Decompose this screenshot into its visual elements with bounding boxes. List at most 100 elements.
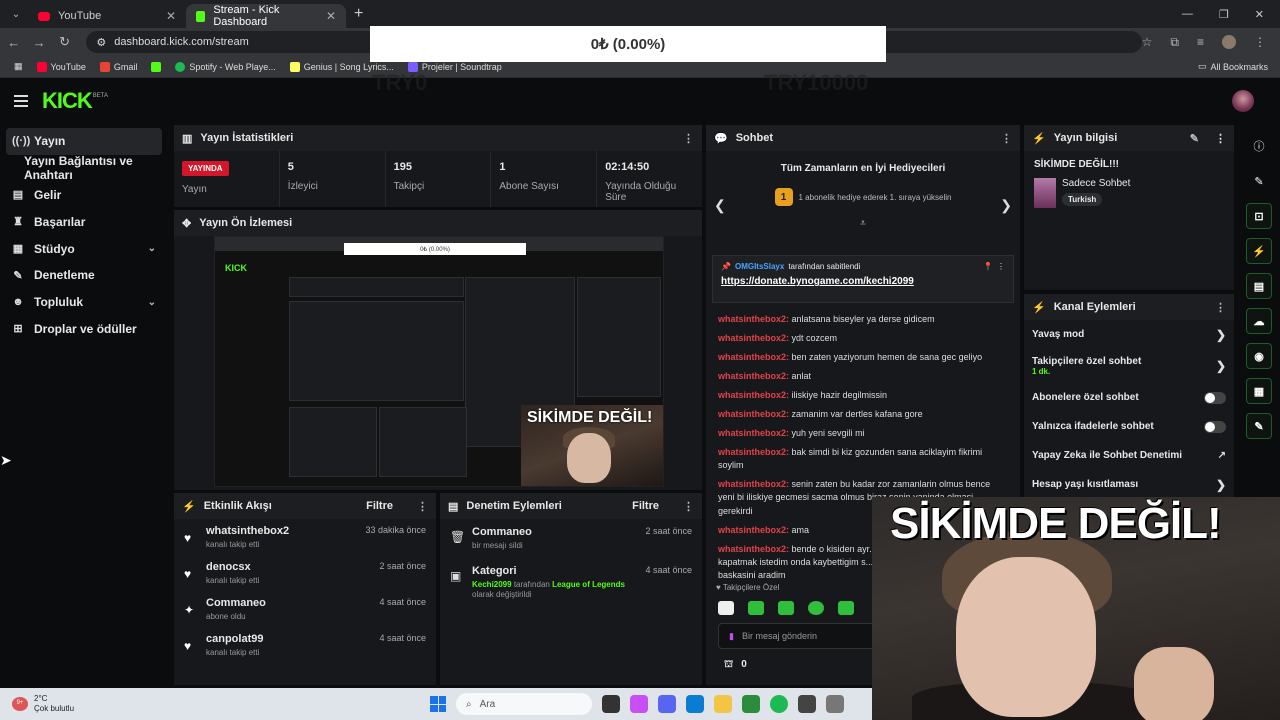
collapse-icon[interactable]: ⩡ — [716, 218, 1010, 229]
microphone-icon[interactable]: ▮ — [729, 631, 734, 642]
taskbar-search[interactable]: ⌕ Ara — [456, 693, 593, 715]
bookmark-kick[interactable] — [151, 61, 162, 72]
edit-icon[interactable]: ✎ — [1190, 132, 1199, 145]
tab-kick-dashboard[interactable]: Stream - Kick Dashboard ✕ — [186, 4, 346, 28]
filter-button[interactable]: Filtre — [366, 500, 393, 512]
sidebar-item-studio[interactable]: ▦ Stüdyo ⌄ — [0, 235, 170, 262]
bookmark-star-icon[interactable]: ☆ — [1142, 35, 1153, 49]
emote-only-toggle[interactable] — [1204, 420, 1226, 433]
store-icon[interactable]: ⛫ — [724, 659, 733, 672]
extensions-icon[interactable]: ⧉ — [1170, 35, 1179, 50]
moderation-sub-user[interactable]: Kechi2099 — [472, 580, 512, 589]
pinned-user[interactable]: OMGItsSlayx — [735, 262, 784, 271]
profile-icon[interactable] — [1222, 35, 1237, 49]
minimize-icon[interactable]: — — [1182, 8, 1193, 21]
chat-username[interactable]: whatsinthebox2: — [718, 544, 789, 554]
sidebar-item-moderation[interactable]: ✎ Denetleme — [0, 262, 170, 289]
filter-button[interactable]: Filtre — [632, 500, 659, 512]
emote-icon[interactable] — [808, 601, 824, 615]
copilot-icon[interactable] — [630, 695, 649, 713]
app-icon[interactable] — [826, 695, 845, 713]
hamburger-menu-icon[interactable] — [14, 95, 28, 107]
emote-icon[interactable] — [718, 601, 734, 615]
chat-username[interactable]: whatsinthebox2: — [718, 479, 789, 489]
chat-username[interactable]: whatsinthebox2: — [718, 314, 789, 324]
chrome-icon[interactable] — [742, 695, 761, 713]
sidebar-item-achievements[interactable]: ♜ Başarılar — [0, 208, 170, 235]
activity-user[interactable]: whatsinthebox2 — [206, 525, 289, 537]
chevron-right-icon[interactable]: ❯ — [1000, 197, 1012, 214]
account-age-option[interactable]: Hesap yaşı kısıtlaması ❯ — [1024, 470, 1234, 499]
sidebar-item-stream[interactable]: ((·)) Yayın — [6, 128, 162, 155]
task-view-icon[interactable] — [602, 695, 621, 713]
document-icon[interactable]: ▤ — [1246, 273, 1272, 299]
sidebar-item-revenue[interactable]: ▤ Gelir — [0, 182, 170, 209]
tab-youtube[interactable]: YouTube ✕ — [28, 4, 186, 28]
chat-username[interactable]: whatsinthebox2: — [718, 409, 789, 419]
menu-icon[interactable]: ⋮ — [1254, 35, 1266, 49]
activity-user[interactable]: Commaneo — [206, 597, 266, 609]
moderation-user[interactable]: Commaneo — [472, 526, 635, 538]
spotify-icon[interactable] — [770, 695, 789, 713]
file-explorer-icon[interactable] — [714, 695, 733, 713]
back-icon[interactable]: ← — [2, 35, 25, 50]
pin-icon[interactable]: 📍 — [983, 262, 993, 271]
activity-user[interactable]: denocsx — [206, 561, 259, 573]
site-info-icon[interactable]: ⚙ — [96, 36, 106, 49]
chevron-down-icon[interactable]: ⌄ — [148, 243, 156, 254]
obs-icon[interactable] — [798, 695, 817, 713]
more-options-icon[interactable]: ⋮ — [1001, 132, 1012, 145]
chat-username[interactable]: whatsinthebox2: — [718, 447, 789, 457]
apps-icon[interactable]: ▦ — [14, 61, 23, 72]
stream-preview-video[interactable]: 0₺ (0.00%) KICK SİKİMDE DEĞİL! — [214, 236, 664, 487]
chevron-down-icon[interactable]: ⌄ — [148, 297, 156, 308]
more-options-icon[interactable]: ⋮ — [683, 132, 694, 145]
slow-mode-option[interactable]: Yavaş mod ❯ — [1024, 320, 1234, 349]
kick-logo[interactable]: KICK — [42, 88, 93, 114]
chat-username[interactable]: whatsinthebox2: — [718, 428, 789, 438]
ai-moderation-option[interactable]: Yapay Zeka ile Sohbet Denetimi ↗ — [1024, 441, 1234, 470]
target-icon[interactable]: ⊡ — [1246, 203, 1272, 229]
all-bookmarks[interactable]: ▭ All Bookmarks — [1198, 61, 1280, 72]
chat-username[interactable]: whatsinthebox2: — [718, 390, 789, 400]
more-options-icon[interactable]: ⋮ — [683, 500, 694, 513]
sidebar-item-community[interactable]: ☻ Topluluk ⌄ — [0, 289, 170, 316]
broadcast-icon[interactable]: ◉ — [1246, 343, 1272, 369]
bookmark-spotify[interactable]: Spotify - Web Playe... — [175, 61, 276, 72]
close-window-icon[interactable]: ✕ — [1255, 8, 1264, 21]
wrench-icon[interactable]: ✎ — [1246, 413, 1272, 439]
more-options-icon[interactable]: ⋮ — [997, 262, 1005, 271]
pencil-icon[interactable]: ✎ — [1246, 168, 1272, 194]
emote-icon[interactable] — [778, 601, 794, 615]
lightning-icon[interactable]: ⚡ — [1246, 238, 1272, 264]
chat-username[interactable]: whatsinthebox2: — [718, 333, 789, 343]
tab-search-icon[interactable]: ⌄ — [4, 4, 28, 24]
forward-icon[interactable]: → — [27, 35, 50, 50]
chat-username[interactable]: whatsinthebox2: — [718, 371, 789, 381]
new-tab-button[interactable]: + — [354, 5, 363, 23]
sidebar-item-stream-key[interactable]: Yayın Bağlantısı ve Anahtarı — [0, 154, 170, 182]
emote-icon[interactable] — [748, 601, 764, 615]
info-icon[interactable]: ⓘ — [1246, 133, 1272, 159]
media-icon[interactable]: ≡ — [1197, 35, 1204, 49]
windows-start-icon[interactable] — [430, 696, 447, 712]
weather-widget[interactable]: 9+ 2°C Çok bulutlu — [0, 694, 74, 713]
activity-user[interactable]: canpolat99 — [206, 633, 263, 645]
emote-icon[interactable] — [838, 601, 854, 615]
reload-icon[interactable]: ↻ — [53, 34, 76, 50]
pinned-link[interactable]: https://donate.bynogame.com/kechi2099 — [721, 276, 1005, 287]
server-icon[interactable]: ▦ — [1246, 378, 1272, 404]
close-icon[interactable]: ✕ — [166, 9, 176, 23]
discord-icon[interactable] — [658, 695, 677, 713]
more-options-icon[interactable]: ⋮ — [1215, 301, 1226, 314]
chat-username[interactable]: whatsinthebox2: — [718, 525, 789, 535]
bookmark-gmail[interactable]: Gmail — [99, 61, 137, 72]
more-options-icon[interactable]: ⋮ — [417, 500, 428, 513]
bookmark-youtube[interactable]: YouTube — [36, 61, 86, 72]
chat-icon[interactable]: ☁ — [1246, 308, 1272, 334]
sidebar-item-drops[interactable]: ⊞ Droplar ve ödüller — [0, 316, 170, 343]
edge-icon[interactable] — [686, 695, 705, 713]
chat-username[interactable]: whatsinthebox2: — [718, 352, 789, 362]
category-name[interactable]: Sadece Sohbet — [1062, 178, 1130, 189]
subscribers-only-toggle[interactable] — [1204, 391, 1226, 404]
